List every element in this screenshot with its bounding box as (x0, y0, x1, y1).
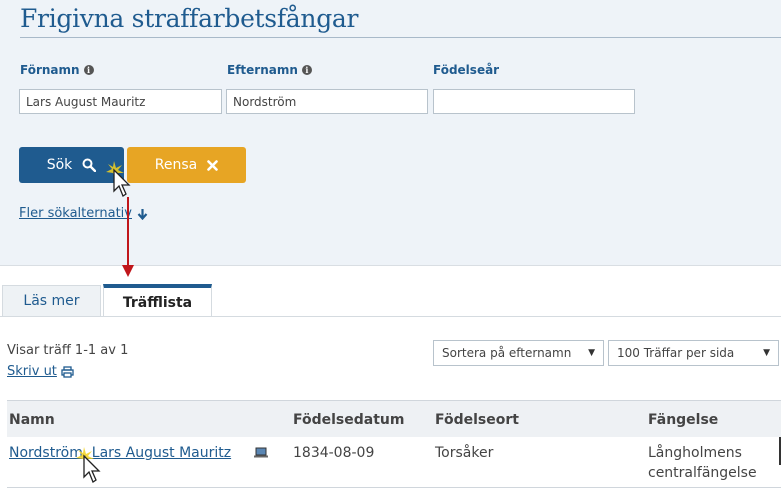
close-icon (207, 159, 219, 171)
result-prison-line2: centralfängelse (648, 465, 757, 481)
tab-hit-list[interactable]: Träfflista (103, 284, 212, 317)
sort-select-value: Sortera på efternamn (442, 346, 572, 360)
column-header-name[interactable]: Namn (9, 412, 55, 428)
tab-divider (0, 316, 781, 317)
print-link[interactable]: Skriv ut (7, 364, 74, 379)
result-name-link[interactable]: Nordström, Lars August Mauritz (9, 443, 231, 463)
column-header-birth-date[interactable]: Födelsedatum (293, 412, 404, 428)
page-title: Frigivna straffarbetsfångar (20, 4, 359, 33)
laptop-icon[interactable] (253, 447, 269, 459)
result-birth-place: Torsåker (435, 445, 494, 461)
column-header-birth-place[interactable]: Födelseort (435, 412, 519, 428)
info-icon[interactable]: i (301, 65, 312, 75)
search-button-label: Sök (46, 157, 73, 173)
clear-button[interactable]: Rensa (127, 147, 246, 183)
annotation-arrow (122, 197, 134, 277)
per-page-select[interactable]: 100 Träffar per sida ▼ (608, 340, 779, 366)
per-page-select-value: 100 Träffar per sida (617, 346, 735, 360)
result-count: Visar träff 1-1 av 1 (7, 343, 129, 358)
tab-read-more-label: Läs mer (23, 293, 80, 309)
printer-icon (61, 365, 74, 378)
last-name-label-text: Efternamn (227, 63, 298, 77)
result-prison-line1: Långholmens (648, 445, 742, 461)
search-icon (82, 158, 97, 172)
first-name-input[interactable] (19, 89, 222, 114)
chevron-down-icon: ▼ (763, 348, 770, 358)
clear-button-label: Rensa (154, 157, 198, 173)
cursor-icon (76, 447, 101, 483)
tab-hit-list-label: Träfflista (122, 294, 193, 311)
arrow-down-icon (137, 208, 148, 220)
first-name-label: Förnamn i (20, 63, 94, 77)
cursor-icon (106, 161, 131, 197)
table-row: Nordström, Lars August Mauritz 1834-08-0… (7, 437, 781, 488)
first-name-label-text: Förnamn (20, 63, 80, 77)
more-options-label: Fler sökalternativ (19, 206, 132, 221)
print-link-label: Skriv ut (7, 364, 57, 379)
birth-year-input[interactable] (433, 89, 635, 114)
sort-select[interactable]: Sortera på efternamn ▼ (433, 340, 604, 366)
birth-year-label: Födelseår (433, 63, 499, 77)
column-header-prison[interactable]: Fängelse (648, 412, 718, 428)
last-name-input[interactable] (226, 89, 428, 114)
birth-year-label-text: Födelseår (433, 63, 500, 77)
tab-read-more[interactable]: Läs mer (2, 285, 101, 316)
title-divider (20, 37, 781, 38)
chevron-down-icon: ▼ (588, 348, 595, 358)
info-icon[interactable]: i (83, 65, 94, 75)
result-birth-date: 1834-08-09 (293, 445, 375, 461)
last-name-label: Efternamn i (227, 63, 312, 77)
table-header: Namn Födelsedatum Födelseort Fängelse (7, 400, 781, 438)
